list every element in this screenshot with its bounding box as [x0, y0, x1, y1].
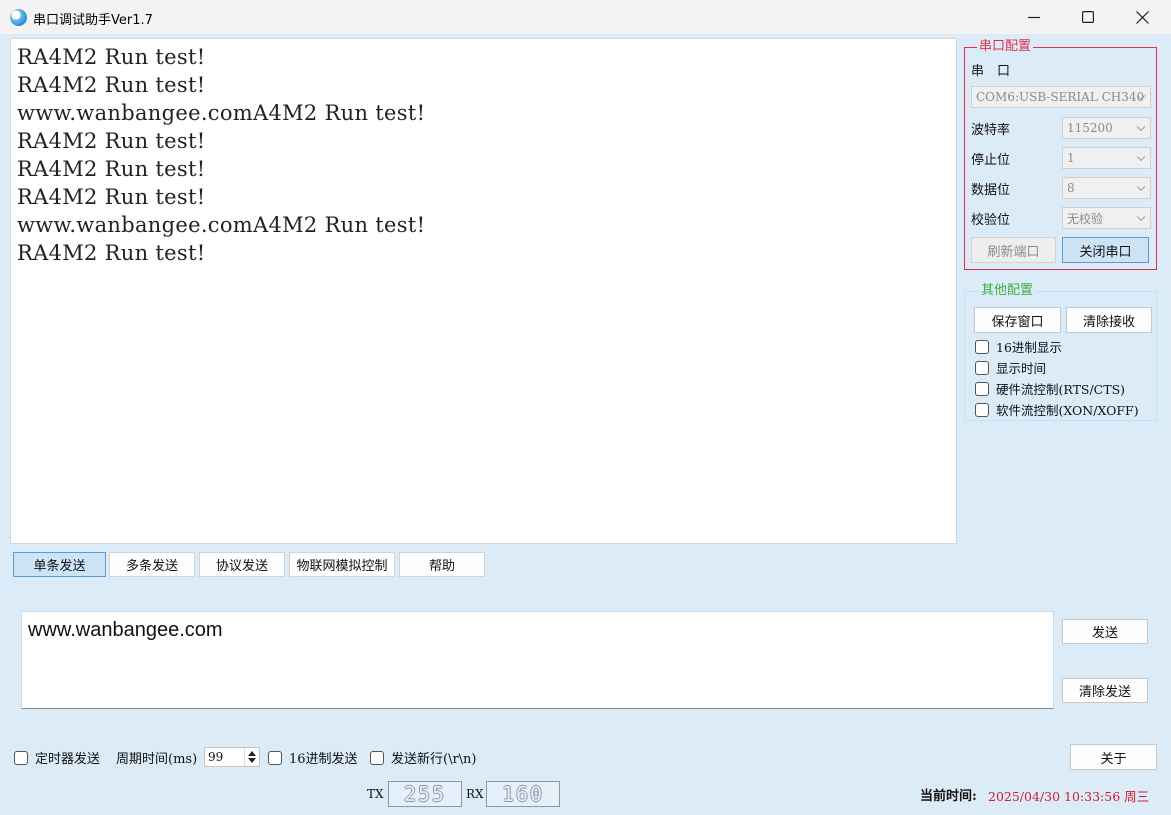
title-bar: 串口调试助手Ver1.7: [0, 0, 1171, 34]
tab-help[interactable]: 帮助: [399, 552, 485, 577]
receive-line: RA4M2 Run test!: [17, 157, 206, 181]
serial-config-group: 串口配置 串 口 COM6:USB-SERIAL CH340 波特率 11520…: [964, 39, 1157, 270]
checkbox-box[interactable]: [14, 750, 28, 765]
hardware-flow-checkbox[interactable]: 硬件流控制(RTS/CTS): [975, 379, 1125, 398]
chevron-down-icon: [1136, 152, 1146, 162]
parity-select[interactable]: 无校验: [1062, 207, 1151, 229]
chevron-down-icon: [1136, 212, 1146, 222]
arrow-up-icon[interactable]: [248, 751, 256, 756]
chevron-down-icon: [1136, 182, 1146, 192]
window-title: 串口调试助手Ver1.7: [33, 13, 153, 28]
port-label: 串 口: [971, 64, 1011, 79]
timer-send-checkbox[interactable]: 定时器发送: [14, 748, 100, 767]
send-textarea[interactable]: www.wanbangee.com: [21, 611, 1054, 709]
checkbox-box[interactable]: [975, 381, 989, 396]
config-panel: 串口配置 串 口 COM6:USB-SERIAL CH340 波特率 11520…: [960, 38, 1160, 544]
receive-line: RA4M2 Run test!: [17, 73, 206, 97]
hex-display-checkbox[interactable]: 16进制显示: [975, 337, 1062, 356]
about-button[interactable]: 关于: [1070, 744, 1157, 770]
data-bits-value: 8: [1067, 181, 1075, 195]
stop-bits-select[interactable]: 1: [1062, 147, 1151, 169]
stop-bits-value: 1: [1067, 151, 1075, 165]
clear-send-button[interactable]: 清除发送: [1062, 678, 1148, 703]
send-tabs: 单条发送 多条发送 协议发送 物联网模拟控制 帮助: [10, 550, 1160, 580]
checkbox-box[interactable]: [975, 402, 989, 417]
tab-multi-send[interactable]: 多条发送: [109, 552, 195, 577]
chevron-down-icon: [1136, 122, 1146, 132]
status-bar: TX 255 RX 160 当前时间: 2025/04/30 10:33:56 …: [10, 779, 1160, 809]
baud-label: 波特率: [971, 123, 1011, 138]
hex-send-checkbox[interactable]: 16进制发送: [268, 748, 358, 767]
checkbox-box[interactable]: [268, 750, 282, 765]
rx-label: RX: [466, 787, 484, 801]
close-port-button[interactable]: 关闭串口: [1062, 237, 1149, 263]
period-label: 周期时间(ms): [116, 752, 198, 767]
other-config-legend: 其他配置: [979, 283, 1036, 299]
send-newline-label: 发送新行(\r\n): [391, 752, 477, 767]
current-time-value: 2025/04/30 10:33:56 周三: [988, 789, 1150, 804]
port-value: COM6:USB-SERIAL CH340: [976, 90, 1145, 104]
checkbox-box[interactable]: [975, 339, 989, 354]
arrow-down-icon[interactable]: [248, 758, 256, 763]
serial-config-legend: 串口配置: [977, 39, 1034, 55]
send-options-bar: 定时器发送 周期时间(ms) 99 16进制发送 发送新行(\r\n) 关于: [10, 740, 1160, 774]
parity-value: 无校验: [1067, 211, 1104, 226]
period-value: 99: [208, 750, 224, 764]
receive-line: RA4M2 Run test!: [17, 129, 206, 153]
hex-display-label: 16进制显示: [996, 340, 1062, 355]
tx-label: TX: [367, 787, 384, 801]
maximize-icon[interactable]: [1061, 0, 1115, 34]
checkbox-box[interactable]: [975, 360, 989, 375]
stop-bits-label: 停止位: [971, 153, 1011, 168]
receive-line: RA4M2 Run test!: [17, 45, 206, 69]
hardware-flow-label: 硬件流控制(RTS/CTS): [996, 382, 1126, 397]
port-select[interactable]: COM6:USB-SERIAL CH340: [971, 86, 1151, 108]
send-newline-checkbox[interactable]: 发送新行(\r\n): [370, 748, 477, 767]
period-spinbox[interactable]: 99: [204, 747, 260, 767]
close-icon[interactable]: [1115, 0, 1169, 34]
clear-receive-button[interactable]: 清除接收: [1066, 307, 1152, 333]
receive-line: RA4M2 Run test!: [17, 241, 206, 265]
baud-value: 115200: [1067, 121, 1113, 135]
show-time-checkbox[interactable]: 显示时间: [975, 358, 1046, 377]
baud-select[interactable]: 115200: [1062, 117, 1151, 139]
checkbox-box[interactable]: [370, 750, 384, 765]
send-panel: www.wanbangee.com 发送 清除发送: [10, 585, 1160, 735]
timer-send-label: 定时器发送: [35, 752, 101, 767]
receive-line: RA4M2 Run test!: [17, 185, 206, 209]
tab-protocol-send[interactable]: 协议发送: [199, 552, 285, 577]
show-time-label: 显示时间: [996, 361, 1047, 376]
current-time-label: 当前时间:: [920, 789, 977, 804]
data-bits-label: 数据位: [971, 183, 1011, 198]
tab-iot-control[interactable]: 物联网模拟控制: [289, 552, 395, 577]
save-window-button[interactable]: 保存窗口: [974, 307, 1061, 333]
app-icon: [10, 9, 27, 26]
tab-single-send[interactable]: 单条发送: [13, 552, 106, 577]
hex-send-label: 16进制发送: [289, 752, 358, 767]
receive-line: www.wanbangee.comA4M2 Run test!: [17, 213, 426, 237]
data-bits-select[interactable]: 8: [1062, 177, 1151, 199]
parity-label: 校验位: [971, 213, 1011, 228]
receive-textarea[interactable]: RA4M2 Run test! RA4M2 Run test! www.wanb…: [10, 38, 957, 544]
software-flow-label: 软件流控制(XON/XOFF): [996, 403, 1139, 418]
minimize-icon[interactable]: [1007, 0, 1061, 34]
spin-arrows[interactable]: [244, 748, 259, 766]
other-config-group: 其他配置 保存窗口 清除接收 16进制显示 显示时间 硬件流控制(RTS/CTS…: [964, 283, 1157, 421]
refresh-port-button[interactable]: 刷新端口: [971, 237, 1056, 263]
rx-counter: 160: [486, 781, 560, 807]
tx-counter: 255: [388, 781, 462, 807]
receive-line: www.wanbangee.comA4M2 Run test!: [17, 101, 426, 125]
software-flow-checkbox[interactable]: 软件流控制(XON/XOFF): [975, 400, 1139, 419]
send-button[interactable]: 发送: [1062, 619, 1148, 644]
